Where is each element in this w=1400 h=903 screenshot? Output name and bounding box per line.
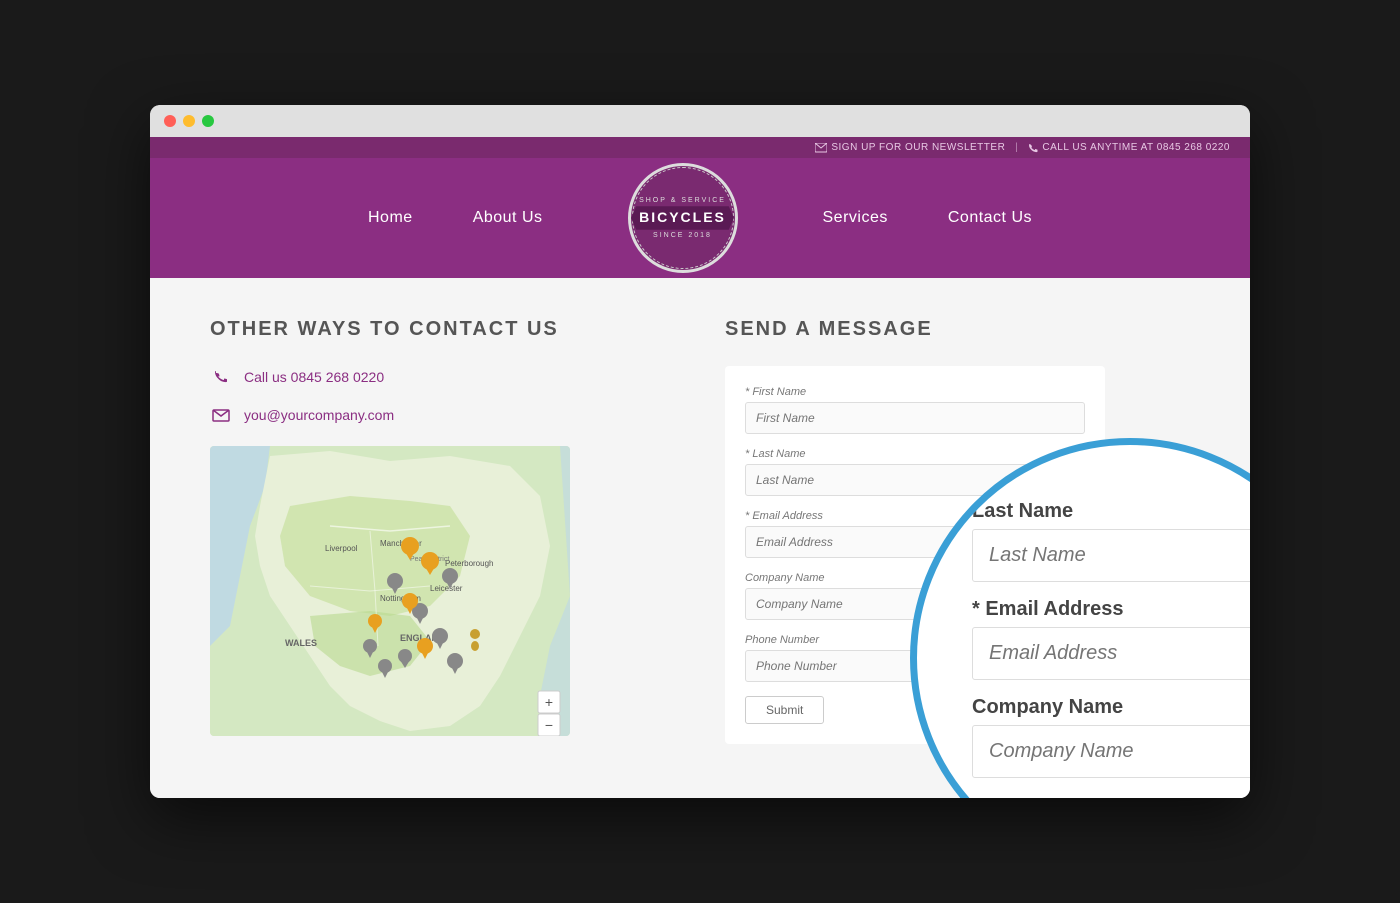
map-svg: Liverpool Manchester Nottingham Leiceste…	[210, 446, 570, 736]
logo-badge[interactable]: SHOP & SERVICE BICYCLES SINCE 2018	[623, 158, 743, 278]
zoom-company-group: Company Name	[972, 696, 1250, 778]
nav-links: Home About Us SHOP & SERVICE BICYCLES SI…	[368, 158, 1032, 278]
nav-home[interactable]: Home	[368, 209, 413, 227]
email-contact-item: you@yourcompany.com	[210, 404, 675, 426]
form-section-title: SEND A MESSAGE	[725, 318, 1190, 341]
zoom-email-group: * Email Address	[972, 598, 1250, 680]
logo-top-text: SHOP & SERVICE	[639, 197, 726, 204]
phone-contact-item: Call us 0845 268 0220	[210, 366, 675, 388]
zoom-lastname-input[interactable]	[972, 529, 1250, 582]
submit-button[interactable]: Submit	[745, 696, 824, 724]
browser-window: SIGN UP FOR OUR NEWSLETTER | CALL US ANY…	[150, 105, 1250, 798]
logo-inner: SHOP & SERVICE BICYCLES SINCE 2018	[628, 163, 738, 273]
first-name-label: * First Name	[745, 386, 1085, 398]
zoom-email-label: * Email Address	[972, 598, 1250, 621]
svg-text:+: +	[545, 694, 553, 710]
nav-about[interactable]: About Us	[473, 209, 543, 227]
svg-text:−: −	[545, 717, 553, 733]
map-container[interactable]: Liverpool Manchester Nottingham Leiceste…	[210, 446, 570, 736]
phone-icon	[1028, 143, 1038, 153]
browser-titlebar	[150, 105, 1250, 137]
logo-main-text: BICYCLES	[631, 206, 734, 230]
info-bar: SIGN UP FOR OUR NEWSLETTER | CALL US ANY…	[150, 137, 1250, 158]
phone-contact-label[interactable]: Call us 0845 268 0220	[244, 369, 384, 385]
zoom-lastname-label: Last Name	[972, 500, 1250, 523]
last-name-label: * Last Name	[745, 448, 1085, 460]
dot-maximize[interactable]	[202, 115, 214, 127]
email-contact-icon	[210, 404, 232, 426]
svg-text:Peterborough: Peterborough	[445, 559, 493, 568]
zoom-email-input[interactable]	[972, 627, 1250, 680]
left-column: OTHER WAYS TO CONTACT US Call us 0845 26…	[210, 318, 675, 758]
nav-services[interactable]: Services	[823, 209, 888, 227]
dot-close[interactable]	[164, 115, 176, 127]
main-area: OTHER WAYS TO CONTACT US Call us 0845 26…	[150, 278, 1250, 798]
email-icon	[815, 143, 827, 153]
svg-text:WALES: WALES	[285, 638, 317, 648]
dot-minimize[interactable]	[183, 115, 195, 127]
phone-contact-icon	[210, 366, 232, 388]
newsletter-link[interactable]: SIGN UP FOR OUR NEWSLETTER	[815, 142, 1005, 153]
email-contact-label[interactable]: you@yourcompany.com	[244, 407, 394, 423]
zoom-company-input[interactable]	[972, 725, 1250, 778]
svg-text:Leicester: Leicester	[430, 584, 463, 593]
separator: |	[1015, 142, 1018, 153]
phone-info: CALL US ANYTIME AT 0845 268 0220	[1028, 142, 1230, 153]
first-name-group: * First Name	[745, 386, 1085, 434]
zoom-company-label: Company Name	[972, 696, 1250, 719]
first-name-input[interactable]	[745, 402, 1085, 434]
contact-section-title: OTHER WAYS TO CONTACT US	[210, 318, 675, 341]
nav-contact[interactable]: Contact Us	[948, 209, 1032, 227]
svg-text:Liverpool: Liverpool	[325, 544, 358, 553]
zoom-lastname-group: Last Name	[972, 500, 1250, 582]
logo-bottom-text: SINCE 2018	[653, 232, 712, 239]
nav-bar: Home About Us SHOP & SERVICE BICYCLES SI…	[150, 158, 1250, 278]
